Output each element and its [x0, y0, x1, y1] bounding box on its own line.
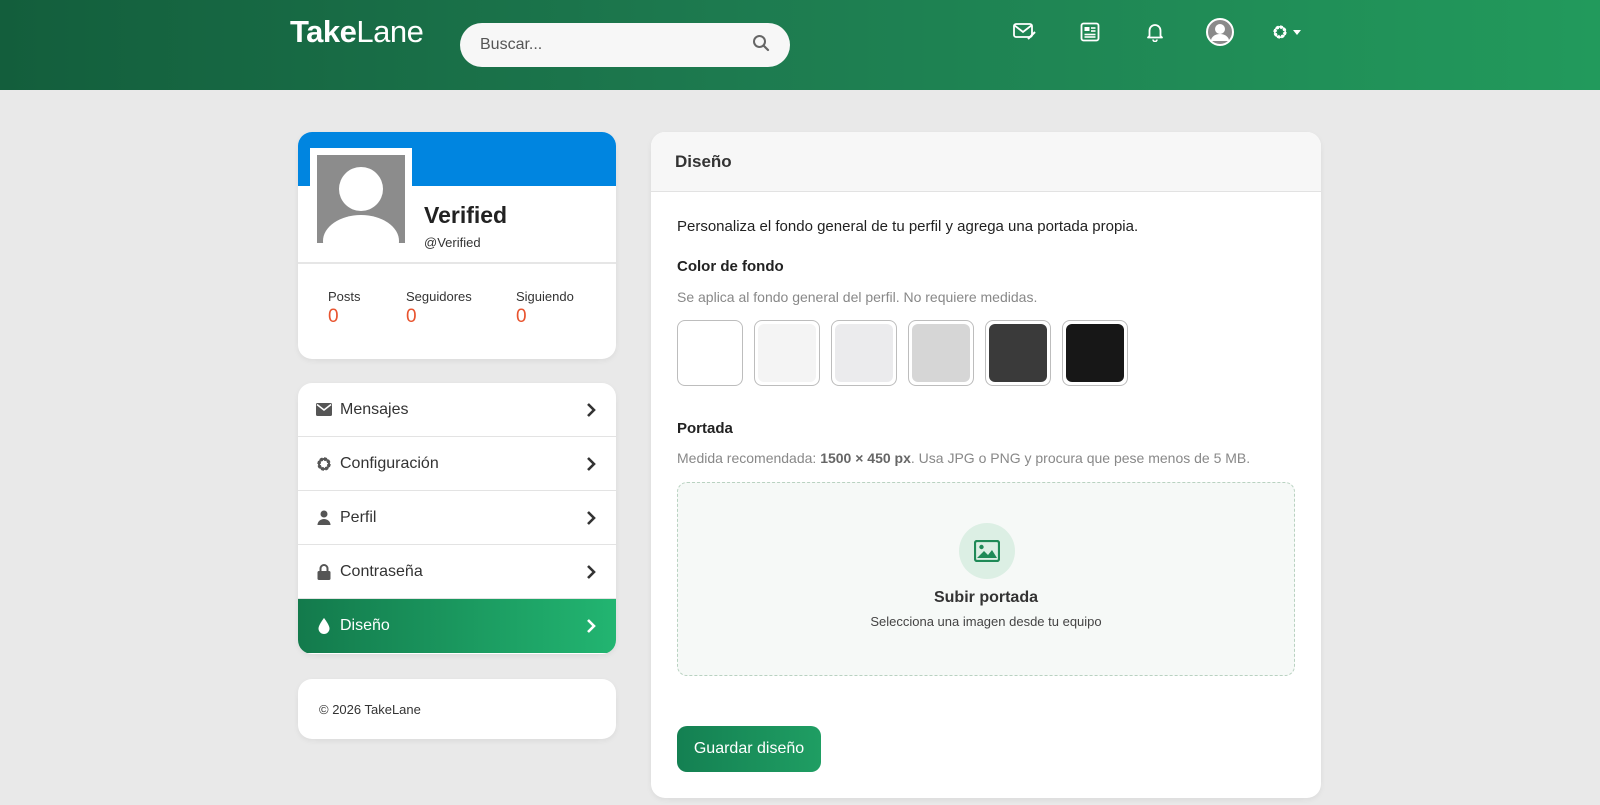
chevron-right-icon — [586, 456, 596, 477]
color-swatch-white[interactable] — [677, 320, 743, 386]
menu-item-diseno[interactable]: Diseño — [298, 599, 616, 653]
user-icon — [316, 510, 332, 526]
color-swatch-dark-gray[interactable] — [985, 320, 1051, 386]
footer-card: © 2026 TakeLane — [298, 679, 616, 739]
stat-posts[interactable]: Posts 0 — [328, 289, 361, 328]
cover-title: Portada — [677, 420, 733, 437]
search-icon[interactable] — [752, 34, 770, 57]
design-panel: Diseño Personaliza el fondo general de t… — [651, 132, 1321, 798]
lock-icon — [316, 563, 332, 580]
menu-label: Configuración — [340, 454, 439, 472]
search-input[interactable] — [480, 36, 752, 54]
color-swatch-silver[interactable] — [831, 320, 897, 386]
background-color-title: Color de fondo — [677, 258, 784, 275]
cover-upload-dropzone[interactable]: Subir portada Selecciona una imagen desd… — [677, 482, 1295, 676]
bell-icon[interactable] — [1141, 18, 1169, 46]
menu-item-configuracion[interactable]: Configuración — [298, 437, 616, 491]
envelope-icon — [316, 402, 332, 418]
top-navbar: TakeLane — [0, 0, 1600, 90]
divider — [298, 262, 616, 264]
menu-label: Contraseña — [340, 562, 423, 580]
news-icon[interactable] — [1076, 18, 1104, 46]
upload-cover-subtitle: Selecciona una imagen desde tu equipo — [870, 614, 1102, 629]
chevron-right-icon — [586, 618, 596, 639]
cover-help: Medida recomendada: 1500 × 450 px. Usa J… — [677, 450, 1251, 466]
menu-item-perfil[interactable]: Perfil — [298, 491, 616, 545]
color-swatch-light-gray[interactable] — [754, 320, 820, 386]
panel-title: Diseño — [651, 132, 1321, 192]
stat-following[interactable]: Siguiendo 0 — [516, 289, 574, 328]
gear-icon — [316, 456, 332, 472]
stat-followers[interactable]: Seguidores 0 — [406, 289, 472, 328]
color-swatch-gray[interactable] — [908, 320, 974, 386]
avatar[interactable] — [310, 148, 412, 250]
gear-dropdown-icon[interactable] — [1270, 18, 1304, 46]
menu-label: Diseño — [340, 617, 390, 634]
menu-label: Mensajes — [340, 400, 409, 418]
settings-menu: Mensajes Configuración Perfil Contraseña — [298, 383, 616, 654]
logo[interactable]: TakeLane — [290, 14, 424, 50]
menu-item-contrasena[interactable]: Contraseña — [298, 545, 616, 599]
search-bar — [460, 23, 790, 67]
panel-intro: Personaliza el fondo general de tu perfi… — [677, 218, 1139, 235]
compose-mail-icon[interactable] — [1011, 18, 1039, 46]
menu-item-mensajes[interactable]: Mensajes — [298, 383, 616, 437]
color-swatch-black[interactable] — [1062, 320, 1128, 386]
save-design-button[interactable]: Guardar diseño — [677, 726, 821, 772]
image-icon — [959, 523, 1015, 579]
copyright-text: © 2026 TakeLane — [319, 701, 421, 717]
chevron-right-icon — [586, 510, 596, 531]
upload-cover-title: Subir portada — [933, 589, 1038, 606]
profile-name[interactable]: Verified — [424, 202, 507, 229]
chevron-right-icon — [586, 402, 596, 423]
chevron-right-icon — [586, 564, 596, 585]
profile-card: Verified @Verified Posts 0 Seguidores 0 … — [298, 132, 616, 359]
menu-label: Perfil — [340, 508, 377, 526]
drop-icon — [316, 618, 332, 634]
user-avatar-icon[interactable] — [1206, 18, 1234, 46]
profile-handle: @Verified — [424, 235, 481, 250]
background-color-help: Se aplica al fondo general del perfil. N… — [677, 289, 1038, 305]
